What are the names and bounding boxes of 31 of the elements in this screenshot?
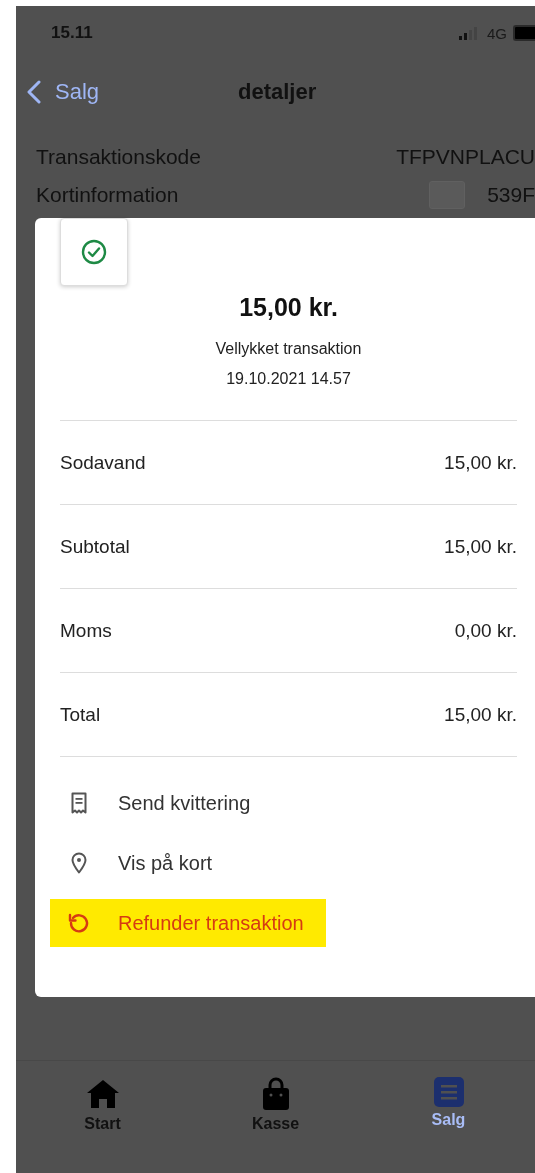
action-link[interactable]: Send kvittering	[50, 779, 273, 827]
line-label: Subtotal	[60, 535, 130, 558]
line-amount: 15,00 kr.	[444, 535, 517, 558]
action-link[interactable]: Vis på kort	[50, 839, 235, 887]
bag-icon	[261, 1077, 290, 1111]
status-time: 15.11	[51, 23, 93, 43]
detail-value: 539F	[487, 183, 535, 207]
list-icon	[433, 1077, 464, 1107]
undo-icon	[68, 912, 90, 934]
tab-item[interactable]: Start	[42, 1077, 163, 1173]
page-title: detaljer	[238, 79, 317, 105]
tab-item[interactable]: Salg	[388, 1077, 509, 1173]
line-amount: 0,00 kr.	[454, 619, 517, 642]
detail-value: TFPVNPLACU	[396, 145, 535, 169]
action-link[interactable]: Refunder transaktion	[50, 899, 326, 947]
line-amount: 15,00 kr.	[444, 703, 517, 726]
status-message: Vellykket transaktion	[215, 339, 362, 359]
chevron-left-icon	[27, 80, 41, 104]
check-circle-icon	[81, 239, 107, 265]
battery-icon	[513, 25, 535, 41]
detail-label: Transaktionskode	[36, 145, 201, 169]
amount-text: 15,00 kr.	[239, 292, 338, 322]
detail-label: Kortinformation	[36, 183, 179, 207]
transaction-date: 19.10.2021 14.57	[226, 369, 351, 389]
line-label: Moms	[60, 619, 112, 642]
tab-item[interactable]: Kasse	[215, 1077, 336, 1173]
line-label: Total	[60, 703, 101, 726]
home-icon	[85, 1077, 120, 1111]
back-link[interactable]: Salg	[27, 79, 100, 105]
line-label: Sodavand	[60, 451, 146, 474]
line-amount: 15,00 kr.	[444, 451, 517, 474]
